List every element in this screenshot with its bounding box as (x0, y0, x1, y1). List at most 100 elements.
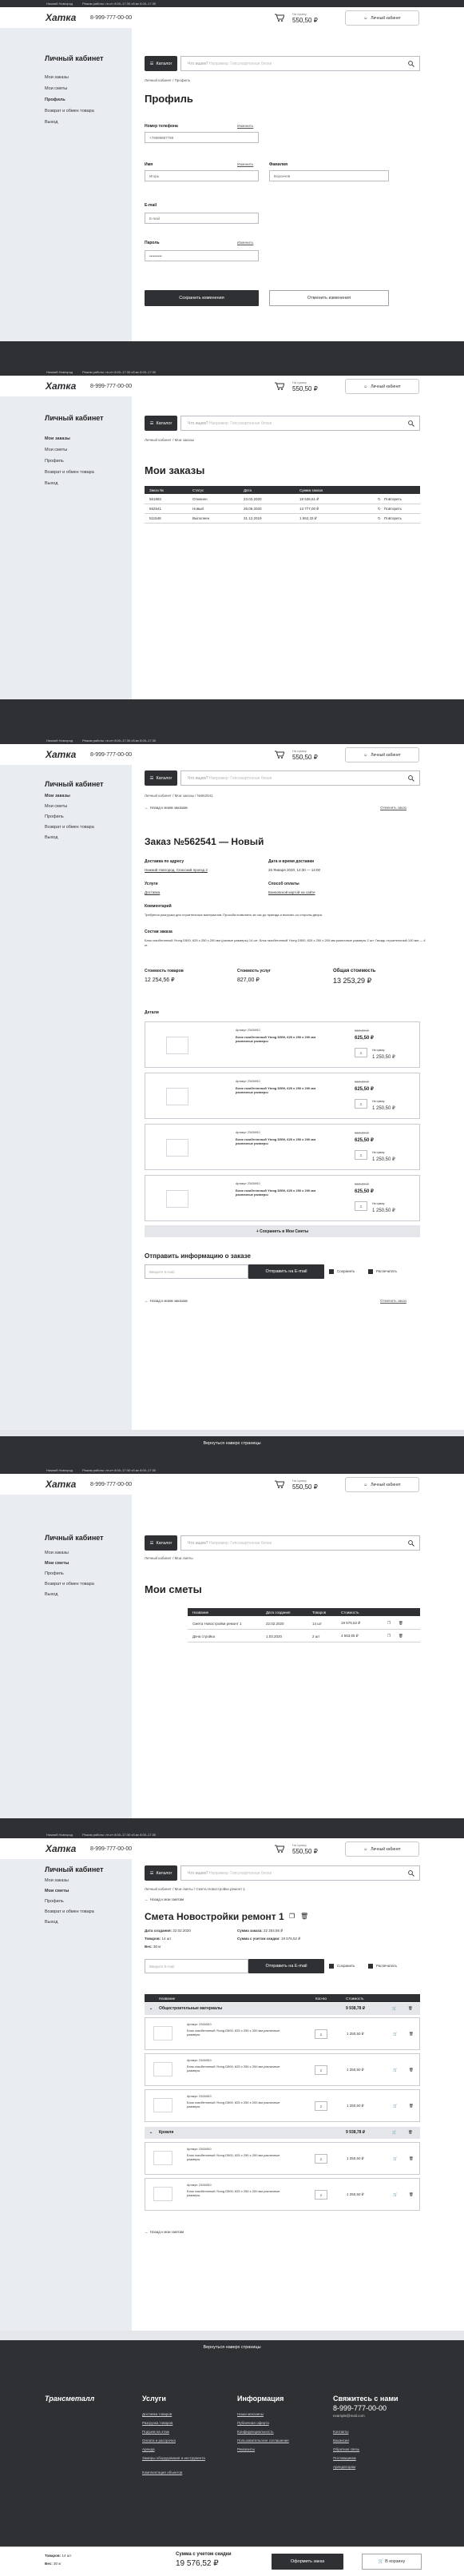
footer-link[interactable]: Обратная связь (333, 2447, 359, 2451)
catalog-button[interactable]: ☰ Каталог (145, 416, 177, 431)
header-phone[interactable]: 8-999-777-00-00 (90, 15, 132, 21)
footer-link[interactable]: Оплата и рассрочка (142, 2439, 176, 2443)
header-phone[interactable]: 8-999-777-00-00 (90, 1482, 132, 1487)
back-link[interactable]: ← Назад к мои сметам (145, 2230, 184, 2234)
item-name[interactable]: Блок газобетонный Ytong D500, 625 x 250 … (236, 1137, 331, 1145)
quantity-stepper[interactable]: 2 (355, 1150, 367, 1160)
table-row[interactable]: 562541 Новый 26.06.2020 13 777,00 ₽ ↻ По… (145, 504, 420, 514)
footer-link[interactable]: Комплектация объектов (142, 2470, 182, 2474)
sidebar-item-logout[interactable]: Выход (45, 835, 58, 840)
account-button[interactable]: ☺ Личный кабинет (345, 10, 419, 26)
search-icon[interactable] (408, 420, 414, 427)
trash-icon[interactable]: 🗑 (399, 1621, 403, 1626)
city-label[interactable]: Нижний Новгород (46, 1833, 73, 1837)
item-name[interactable]: Блок газобетонный Ytong D500, 625 x 250 … (187, 2064, 283, 2072)
email-input[interactable]: Введите E-mail (145, 1264, 248, 1279)
save-estimate-button[interactable]: + Сохранить в Мои Сметы (145, 1225, 420, 1237)
sidebar-item-estimates[interactable]: Мои сметы (45, 448, 67, 452)
estimate-name[interactable]: Дача стройка (192, 1634, 215, 1638)
email-input[interactable]: Введите E-mail (145, 1959, 248, 1973)
catalog-button[interactable]: ☰ Каталог (145, 770, 177, 786)
item-name[interactable]: Блок газобетонный Ytong D500, 625 x 250 … (187, 2100, 283, 2108)
group-row[interactable]: ⌄ Кровля 9 938,78 ₽ 🛒 🗑 (145, 2127, 420, 2139)
save-button[interactable]: Сохранить изменения (145, 290, 259, 306)
trash-icon[interactable]: 🗑 (409, 2192, 414, 2197)
copy-icon[interactable]: ❐ (289, 1913, 295, 1920)
city-label[interactable]: Нижний Новгород (46, 2, 73, 6)
back-link[interactable]: ← Назад к моим заказам (145, 806, 188, 810)
item-name[interactable]: Блок газобетонный Ytong D500, 625 x 250 … (236, 1086, 331, 1094)
breadcrumb[interactable]: Личный кабинет / Мои сметы / Смета Новос… (145, 1887, 245, 1891)
copy-icon[interactable]: ❐ (387, 1621, 391, 1626)
sidebar-item-estimates[interactable]: Мои сметы (45, 1889, 69, 1893)
search-input[interactable]: Что ищем? Например: Гипсокартонная блоки (180, 1865, 420, 1881)
chevron-down-icon[interactable]: ⌄ (149, 2006, 153, 2011)
phone-edit-link[interactable]: Изменить (237, 124, 253, 128)
back-link[interactable]: ← Назад к моим заказам (145, 1299, 188, 1303)
cart-icon[interactable] (275, 751, 284, 758)
trash-icon[interactable]: 🗑 (409, 2104, 414, 2108)
quantity-stepper[interactable]: 2 (355, 1048, 367, 1057)
footer-link[interactable]: Поставщикам (333, 2456, 356, 2460)
name-edit-link[interactable]: Изменить (237, 162, 253, 166)
footer-link[interactable]: Пользовательское соглашение (237, 2439, 289, 2443)
breadcrumb[interactable]: Личный кабинет / Мои заказы / №562541 (145, 794, 213, 798)
quantity-stepper[interactable]: 2 (315, 2154, 327, 2164)
table-row[interactable]: Дача стройка 1.03.2020 2 шт 4 553,65 ₽ ❐… (188, 1630, 420, 1642)
search-input[interactable]: Что ищем? Например: Гипсокартонная блоки (180, 1535, 420, 1551)
sidebar-item-orders[interactable]: Мои заказы (45, 75, 69, 80)
cancel-order-link[interactable]: Отменить заказ (380, 806, 406, 810)
table-row[interactable]: 561882 Отменен 23.02.2020 18 536,61 ₽ ↻ … (145, 495, 420, 504)
item-name[interactable]: Блок газобетонный Ytong D500, 625 x 250 … (187, 2153, 283, 2161)
order-no[interactable]: 562541 (149, 507, 161, 511)
footer-link[interactable]: Наши магазины (237, 2412, 264, 2416)
header-phone[interactable]: 8-999-777-00-00 (90, 752, 132, 758)
logo[interactable]: Хатка (46, 12, 76, 23)
footer-link[interactable]: Подъем на этаж (142, 2430, 169, 2434)
sidebar-item-profile[interactable]: Профиль (45, 1571, 64, 1576)
cart-icon[interactable] (275, 14, 284, 22)
cart-icon[interactable]: 🛒 (393, 2156, 398, 2161)
cart-icon[interactable]: 🛒 (393, 2032, 398, 2037)
footer-link[interactable]: Арендаторам (333, 2465, 355, 2469)
sidebar-item-returns[interactable]: Возврат и обмен товара (45, 109, 94, 113)
catalog-button[interactable]: ☰ Каталог (145, 1535, 177, 1551)
surname-field[interactable]: Ворончев (269, 170, 389, 181)
account-button[interactable]: ☺ Личный кабинет (345, 1477, 419, 1492)
search-input[interactable]: Что ищем? Например: Гипсокартонная блоки (180, 416, 420, 431)
print-checkbox[interactable] (368, 1964, 373, 1969)
trash-icon[interactable]: 🗑 (408, 2130, 413, 2135)
group-row[interactable]: ⌄ Общестроительные материалы 9 938,78 ₽ … (145, 2003, 420, 2015)
catalog-button[interactable]: ☰ Каталог (145, 1865, 177, 1881)
repeat-icon[interactable]: ↻ (378, 507, 381, 512)
sidebar-item-orders[interactable]: Мои заказы (45, 794, 70, 798)
print-option[interactable]: Распечатать (376, 1964, 397, 1968)
account-button[interactable]: ☺ Личный кабинет (345, 1841, 419, 1857)
header-phone[interactable]: 8-999-777-00-00 (90, 1846, 132, 1852)
save-checkbox[interactable] (329, 1269, 334, 1274)
logo[interactable]: Хатка (46, 749, 76, 760)
quantity-stepper[interactable]: 2 (315, 2029, 327, 2039)
sidebar-item-profile[interactable]: Профиль (45, 459, 64, 464)
search-icon[interactable] (408, 1540, 414, 1547)
sidebar-item-profile[interactable]: Профиль (45, 1899, 64, 1904)
header-phone[interactable]: 8-999-777-00-00 (90, 384, 132, 389)
trash-icon[interactable]: 🗑 (409, 2068, 414, 2072)
account-button[interactable]: ☺ Личный кабинет (345, 747, 419, 762)
breadcrumb[interactable]: Личный кабинет / Мои сметы (145, 1556, 193, 1560)
cart-icon[interactable]: 🛒 (393, 2068, 398, 2072)
city-label[interactable]: Нижний Новгород (46, 370, 73, 374)
name-field[interactable]: Игорь (145, 170, 259, 181)
cart-icon[interactable]: 🛒 (393, 2192, 398, 2197)
chevron-down-icon[interactable]: ⌄ (149, 2130, 153, 2135)
trash-icon[interactable]: 🗑 (409, 2032, 414, 2037)
sidebar-item-logout[interactable]: Выход (45, 1592, 58, 1597)
back-to-top-button[interactable]: Вернуться наверх страницы (0, 2340, 464, 2355)
trash-icon[interactable]: 🗑 (408, 2006, 413, 2011)
item-name[interactable]: Блок газобетонный Ytong D500, 625 x 250 … (236, 1188, 331, 1196)
print-option[interactable]: Распечатать (376, 1269, 397, 1273)
logo[interactable]: Хатка (46, 1843, 76, 1854)
footer-link[interactable]: Разгрузка товаров (142, 2421, 173, 2425)
send-email-button[interactable]: Отправить на E-mail (248, 1959, 324, 1973)
password-edit-link[interactable]: Изменить (237, 241, 253, 245)
